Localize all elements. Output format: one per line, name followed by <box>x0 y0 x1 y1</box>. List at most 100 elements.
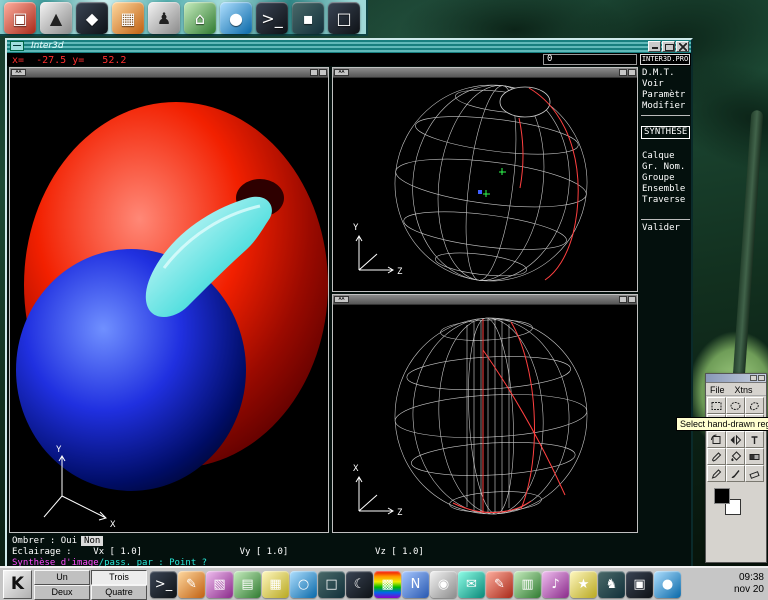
close-button[interactable] <box>676 41 689 52</box>
top-wireframe-viewport: AA <box>332 294 638 533</box>
menu-item-ensemble[interactable]: Ensemble <box>640 184 691 195</box>
package-icon[interactable]: ▦ <box>112 2 144 34</box>
display-icon[interactable]: □ <box>318 571 345 598</box>
ellipse-select-icon <box>729 400 742 412</box>
toolbox-maximize-button[interactable] <box>750 375 757 381</box>
menu-item-groupe[interactable]: Groupe <box>640 173 691 184</box>
book-icon[interactable]: ▤ <box>234 571 261 598</box>
globe-icon[interactable]: ● <box>654 571 681 598</box>
notes-icon[interactable]: ▥ <box>514 571 541 598</box>
icon-glyph: □ <box>325 577 337 592</box>
menu-item-modifier[interactable]: Modifier <box>640 101 691 112</box>
home-icon[interactable]: ⌂ <box>184 2 216 34</box>
viewport-zoom-button[interactable] <box>628 296 636 303</box>
knight-icon[interactable]: ♞ <box>598 571 625 598</box>
shaded-3d-canvas[interactable]: Y X <box>10 78 328 532</box>
blend-icon <box>748 451 761 463</box>
star-icon[interactable]: ★ <box>570 571 597 598</box>
launcher-icon[interactable]: ▲ <box>40 2 72 34</box>
tool-flip[interactable] <box>726 431 745 448</box>
axis-label-y: Y <box>353 223 359 233</box>
icon-glyph: ▤ <box>241 577 253 592</box>
menu-item-traverse[interactable]: Traverse <box>640 195 691 206</box>
icon-glyph: ◆ <box>86 9 98 28</box>
menu-item-gr-nom[interactable]: Gr. Nom. <box>640 162 691 173</box>
maximize-button[interactable] <box>662 41 675 52</box>
terminal-icon[interactable]: >_ <box>256 2 288 34</box>
console-icon[interactable]: ▪ <box>292 2 324 34</box>
axis-label-x: X <box>353 464 359 474</box>
monitor-icon[interactable]: ▣ <box>626 571 653 598</box>
night-icon[interactable]: ☾ <box>346 571 373 598</box>
editor-icon[interactable]: ✎ <box>178 571 205 598</box>
wireframe-canvas[interactable]: Y Z <box>333 78 637 291</box>
k-menu-button[interactable]: K <box>3 570 32 599</box>
text-icon <box>748 434 761 446</box>
mail-icon[interactable]: ✉ <box>458 571 485 598</box>
pager-desktop-trois[interactable]: Trois <box>91 570 147 585</box>
eyes-icon[interactable]: ◉ <box>430 571 457 598</box>
tool-transform[interactable] <box>707 431 726 448</box>
tool-rect-select[interactable] <box>707 397 726 414</box>
value-field[interactable]: 0 <box>543 54 637 65</box>
pager-desktop-un[interactable]: Un <box>34 570 90 585</box>
tool-paintbrush[interactable] <box>726 465 745 482</box>
tool-bucket-fill[interactable] <box>726 448 745 465</box>
window-titlebar[interactable]: Inter3d <box>7 40 691 53</box>
viewport-zoom-button[interactable] <box>319 69 327 76</box>
viewport-zoom-button[interactable] <box>628 69 636 76</box>
menu-item-synthese[interactable]: SYNTHESE <box>641 126 690 139</box>
viewport-titlebar[interactable]: AA <box>333 295 637 305</box>
tool-ellipse-select[interactable] <box>726 397 745 414</box>
penguin-icon[interactable]: ♟ <box>148 2 180 34</box>
tool-blend[interactable] <box>745 448 764 465</box>
file-menu[interactable]: File <box>710 385 725 395</box>
toolbox-titlebar[interactable] <box>706 374 766 383</box>
viewport-titlebar[interactable]: AA <box>10 68 328 78</box>
tool-eraser[interactable] <box>745 465 764 482</box>
tool-pencil[interactable] <box>707 465 726 482</box>
pencil-icon[interactable]: ✎ <box>486 571 513 598</box>
wireframe-hole <box>500 87 550 117</box>
tool-free-select[interactable] <box>745 397 764 414</box>
viewport-titlebar[interactable]: AA <box>333 68 637 78</box>
monitor-icon[interactable]: □ <box>328 2 360 34</box>
toolbox-close-button[interactable] <box>758 375 765 381</box>
apps-icon[interactable]: ◆ <box>76 2 108 34</box>
ombrer-toggle[interactable]: Non <box>81 536 103 546</box>
foreground-color-swatch[interactable] <box>714 488 730 504</box>
window-menu-icon[interactable] <box>10 41 24 51</box>
terminal-icon[interactable]: >_ <box>150 571 177 598</box>
tool-color-picker[interactable] <box>707 448 726 465</box>
toolbox-menubar: File Xtns <box>706 383 766 396</box>
search-icon[interactable]: ○ <box>290 571 317 598</box>
palette-icon[interactable]: ▧ <box>206 571 233 598</box>
tool-text[interactable] <box>745 431 764 448</box>
menu-item-voir[interactable]: Voir <box>640 79 691 90</box>
xtns-menu[interactable]: Xtns <box>735 385 753 395</box>
axis-label-x: X <box>110 520 116 530</box>
display-icon[interactable]: ▣ <box>4 2 36 34</box>
minimize-button[interactable] <box>648 41 661 52</box>
menu-item-parametr[interactable]: Paramètr <box>640 90 691 101</box>
viewport-menu-box[interactable]: AA <box>11 69 26 76</box>
viewport-iconify-button[interactable] <box>619 296 627 303</box>
globe-icon[interactable]: ● <box>220 2 252 34</box>
wireframe-canvas[interactable]: X Z <box>333 305 637 532</box>
pager-desktop-deux[interactable]: Deux <box>34 585 90 600</box>
menu-item-dmt[interactable]: D.M.T. <box>640 68 691 79</box>
viewport-iconify-button[interactable] <box>310 69 318 76</box>
menu-item-valider[interactable]: Valider <box>640 223 691 234</box>
viewport-menu-box[interactable]: AA <box>334 296 349 303</box>
icon-glyph: ▦ <box>120 9 135 28</box>
music-icon[interactable]: ♪ <box>542 571 569 598</box>
icon-glyph: >_ <box>261 9 282 28</box>
menu-item-calque[interactable]: Calque <box>640 151 691 162</box>
browser-icon[interactable]: N <box>402 571 429 598</box>
package-icon[interactable]: ▦ <box>262 571 289 598</box>
viewport-iconify-button[interactable] <box>619 69 627 76</box>
pager-desktop-quatre[interactable]: Quatre <box>91 585 147 600</box>
colors-icon[interactable]: ▩ <box>374 571 401 598</box>
axis-label-z: Z <box>397 508 403 518</box>
viewport-menu-box[interactable]: AA <box>334 69 349 76</box>
